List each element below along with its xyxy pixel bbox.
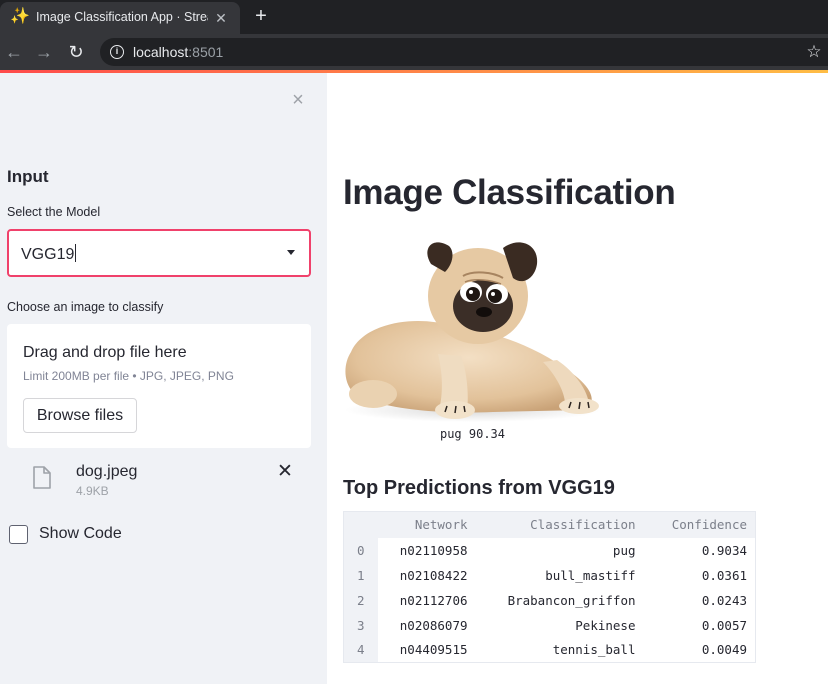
column-header[interactable]: Confidence (643, 511, 756, 538)
bookmark-star-icon[interactable]: ☆ (804, 42, 824, 62)
tab-title: Image Classification App · Streamlit (36, 10, 208, 24)
new-tab-icon[interactable]: + (250, 6, 272, 28)
browse-files-button[interactable]: Browse files (23, 398, 137, 433)
address-bar[interactable]: i localhost:8501 ☆ (100, 38, 828, 66)
confidence-cell: 0.0361 (701, 567, 747, 583)
uploaded-file: dog.jpeg 4.9KB ✕ (7, 455, 311, 505)
upload-label: Choose an image to classify (7, 300, 164, 314)
browser-tab[interactable]: ✨ Image Classification App · Streamlit ✕ (0, 2, 240, 34)
network-cell: n02086079 (399, 617, 468, 633)
row-index: 4 (343, 637, 378, 663)
table-row: 0 n02110958 pug 0.9034 (343, 537, 756, 563)
classification-cell: tennis_ball (552, 642, 636, 658)
classification-cell: bull_mastiff (545, 567, 636, 583)
network-cell: n04409515 (399, 642, 468, 658)
info-icon[interactable]: i (110, 45, 124, 59)
model-select-value: VGG19 (21, 244, 77, 263)
table-row: 1 n02108422 bull_mastiff 0.0361 (343, 562, 756, 588)
file-size: 4.9KB (76, 484, 109, 498)
sidebar-heading: Input (7, 167, 49, 186)
remove-file-icon[interactable]: ✕ (275, 462, 295, 482)
back-arrow-icon[interactable]: ← (2, 40, 26, 64)
image-caption: pug 90.34 (439, 427, 506, 441)
table-row: 3 n02086079 Pekinese 0.0057 (343, 612, 756, 638)
forward-arrow-icon[interactable]: → (32, 40, 56, 64)
file-name: dog.jpeg (76, 463, 138, 480)
table-row: 4 n04409515 tennis_ball 0.0049 (343, 637, 756, 663)
classification-cell: Brabancon_griffon (507, 592, 636, 608)
page-title: Image Classification (343, 173, 676, 212)
table-header-row: Network Classification Confidence (343, 511, 756, 538)
confidence-cell: 0.0057 (701, 617, 747, 633)
reload-icon[interactable]: ↻ (64, 40, 88, 64)
row-index: 3 (343, 612, 378, 638)
predictions-table: Network Classification Confidence 0 n021… (343, 511, 756, 663)
close-sidebar-icon[interactable]: × (288, 90, 308, 110)
url-text: localhost:8501 (133, 44, 224, 60)
pug-image (345, 242, 601, 422)
file-icon (33, 466, 51, 489)
row-index: 2 (343, 587, 378, 613)
dropzone-hint: Limit 200MB per file • JPG, JPEG, PNG (23, 369, 234, 383)
show-code-label[interactable]: Show Code (39, 525, 122, 543)
classification-cell: pug (612, 542, 636, 558)
tab-close-icon[interactable]: ✕ (212, 9, 230, 27)
row-index: 1 (343, 562, 378, 588)
column-header[interactable]: Classification (475, 511, 644, 538)
column-header[interactable]: Network (377, 511, 476, 538)
network-cell: n02110958 (399, 542, 468, 558)
row-index: 0 (343, 537, 378, 563)
file-dropzone[interactable]: Drag and drop file here Limit 200MB per … (7, 324, 311, 448)
sidebar: × Input Select the Model VGG19 Choose an… (0, 73, 327, 684)
show-code-checkbox[interactable] (9, 525, 28, 544)
confidence-cell: 0.0243 (701, 592, 747, 608)
text-cursor (75, 244, 77, 262)
model-select[interactable]: VGG19 (7, 229, 311, 277)
table-row: 2 n02112706 Brabancon_griffon 0.0243 (343, 587, 756, 613)
sparkle-icon: ✨ (10, 8, 30, 25)
confidence-cell: 0.0049 (701, 642, 747, 658)
dropzone-title: Drag and drop file here (23, 344, 187, 361)
browser-tab-bar: ✨ Image Classification App · Streamlit ✕… (0, 0, 828, 34)
confidence-cell: 0.9034 (701, 542, 747, 558)
classification-cell: Pekinese (575, 617, 636, 633)
chevron-down-icon[interactable] (287, 250, 295, 255)
network-cell: n02108422 (399, 567, 468, 583)
network-cell: n02112706 (399, 592, 468, 608)
index-column-header (343, 511, 378, 538)
model-select-label: Select the Model (7, 205, 101, 219)
browser-toolbar: ← → ↻ i localhost:8501 ☆ (0, 34, 828, 70)
predictions-heading: Top Predictions from VGG19 (343, 477, 615, 499)
